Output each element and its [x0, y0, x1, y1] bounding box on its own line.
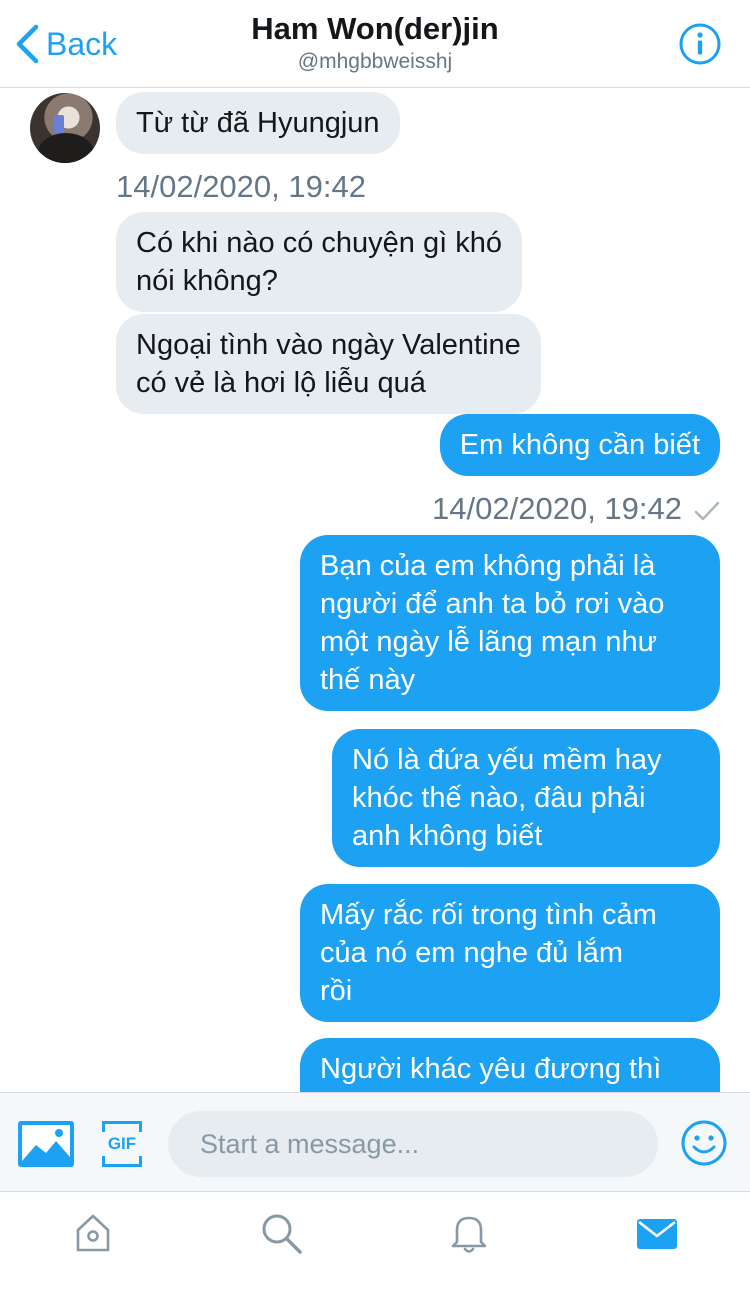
message-line: Ngoại tình vào ngày Valentine	[136, 329, 521, 361]
message-line: Từ từ đã Hyungjun	[136, 107, 380, 139]
message-line: Em không cần biết	[459, 429, 700, 461]
message-timestamp-row: 14/02/2020, 19:42	[432, 490, 720, 528]
outgoing-message-bubble[interactable]: Nó là đứa yếu mềm hay khóc thế nào, đâu …	[332, 729, 720, 867]
message-line: thế này	[320, 664, 416, 696]
back-label: Back	[46, 25, 118, 62]
message-timestamp: 14/02/2020, 19:42	[116, 169, 366, 204]
message-line: Người khác yêu đương thì	[320, 1053, 662, 1085]
message-line: có vẻ là hơi lộ liễu quá	[136, 367, 426, 399]
message-line: khóc thế nào, đâu phải	[352, 782, 646, 814]
message-line: Mấy rắc rối trong tình cảm	[320, 899, 657, 931]
info-icon[interactable]	[678, 22, 722, 66]
outgoing-message-bubble[interactable]: Bạn của em không phải là người để anh ta…	[300, 535, 720, 711]
message-line: Bạn của em không phải là	[320, 550, 656, 582]
message-timestamp: 14/02/2020, 19:42	[432, 491, 682, 526]
outgoing-message-bubble[interactable]: Mấy rắc rối trong tình cảm của nó em ngh…	[300, 884, 720, 1022]
back-button[interactable]: Back	[14, 20, 117, 68]
checkmark-icon	[694, 501, 720, 521]
message-line: rồi	[320, 975, 353, 1007]
message-line: của nó em nghe đủ lắm	[320, 937, 624, 969]
message-line: anh không biết	[352, 820, 543, 852]
mail-icon[interactable]	[634, 1210, 680, 1256]
dm-conversation-screen: Back Ham Won(der)jin @mhgbbweisshj Từ từ…	[0, 0, 750, 1294]
avatar-phone	[54, 115, 64, 133]
message-line: một ngày lễ lãng mạn như	[320, 626, 657, 658]
conversation-header: Back Ham Won(der)jin @mhgbbweisshj	[0, 0, 750, 88]
incoming-message-bubble[interactable]: Có khi nào có chuyện gì khó nói không?	[116, 212, 522, 312]
message-line: Nó là đứa yếu mềm hay	[352, 744, 662, 776]
image-icon[interactable]	[16, 1119, 76, 1169]
avatar[interactable]	[30, 93, 100, 163]
message-list[interactable]: Từ từ đã Hyungjun 14/02/2020, 19:42 Có k…	[0, 88, 750, 1092]
gif-label: GIF	[107, 1134, 137, 1153]
home-icon[interactable]	[70, 1210, 116, 1256]
incoming-message-bubble[interactable]: Ngoại tình vào ngày Valentine có vẻ là h…	[116, 314, 541, 414]
search-icon[interactable]	[258, 1210, 304, 1256]
message-line: Có khi nào có chuyện gì khó	[136, 227, 502, 259]
incoming-message-bubble[interactable]: Từ từ đã Hyungjun	[116, 92, 400, 154]
chevron-left-icon	[16, 24, 39, 64]
bottom-tab-bar	[0, 1192, 750, 1294]
outgoing-message-bubble[interactable]: Em không cần biết	[439, 414, 720, 476]
avatar-figure	[38, 133, 94, 163]
message-line: người để anh ta bỏ rơi vào	[320, 588, 665, 620]
gif-button[interactable]: GIF	[102, 1121, 142, 1167]
bell-icon[interactable]	[446, 1210, 492, 1256]
message-line: nói không?	[136, 265, 278, 297]
outgoing-message-bubble[interactable]: Người khác yêu đương thì	[300, 1038, 720, 1092]
message-input[interactable]	[168, 1111, 658, 1177]
emoji-icon[interactable]	[680, 1119, 728, 1167]
message-composer: GIF	[0, 1092, 750, 1192]
